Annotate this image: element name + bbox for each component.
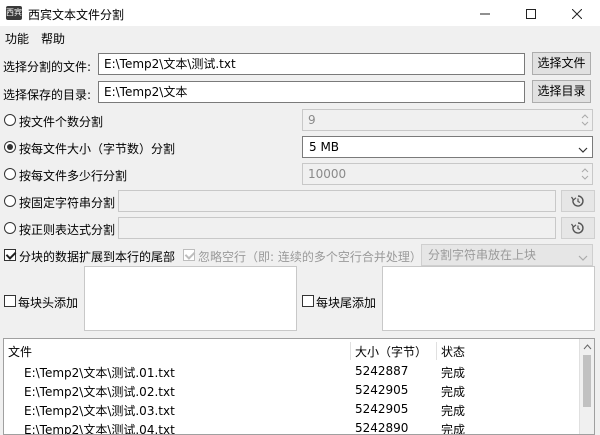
by-string-label: 按固定字符串分割 <box>19 196 116 210</box>
menu-bar <box>0 26 600 48</box>
history-icon <box>571 222 584 234</box>
close-button[interactable] <box>554 0 600 26</box>
size-combo-value: 5 MB <box>309 140 340 154</box>
position-chevron-down-icon[interactable] <box>578 251 588 265</box>
table-row-file: E:\Temp2\文本\测试.04.txt <box>24 423 175 435</box>
minimize-icon <box>480 13 490 14</box>
table-row-file: E:\Temp2\文本\测试.02.txt <box>24 385 175 399</box>
radio-by-lines[interactable] <box>4 168 16 180</box>
by-lines-label: 按每文件多少行分割 <box>19 169 128 183</box>
select-file-button[interactable]: 选择文件 <box>532 52 591 75</box>
by-size-label: 按每文件大小（字节数）分割 <box>19 142 176 156</box>
regex-input[interactable] <box>118 217 556 239</box>
header-add-checkbox[interactable] <box>4 295 16 307</box>
table-row-size: 5242890 <box>355 421 409 435</box>
radio-by-count[interactable] <box>4 114 16 126</box>
radio-by-size[interactable] <box>4 141 16 153</box>
maximize-button[interactable] <box>508 0 554 26</box>
header-add-label: 每块头添加 <box>18 296 79 310</box>
size-combo[interactable]: 5 MB <box>302 136 593 158</box>
footer-add-textarea[interactable] <box>382 266 595 331</box>
column-header-file[interactable]: 文件 <box>8 343 32 360</box>
footer-add-label: 每块尾添加 <box>316 296 377 310</box>
table-row-status: 完成 <box>441 366 466 380</box>
extend-label: 分块的数据扩展到本行的尾部 <box>19 250 176 264</box>
table-row-size: 5242887 <box>355 364 409 378</box>
dest-dir-input[interactable]: E:\Temp2\文本 <box>98 81 525 103</box>
string-history-button[interactable] <box>561 190 595 212</box>
radio-by-regex[interactable] <box>4 222 16 234</box>
header-add-textarea[interactable] <box>84 266 297 331</box>
count-spin-arrows-icon[interactable] <box>580 112 590 131</box>
window-title: 西宾文本文件分割 <box>28 8 125 22</box>
footer-add-checkbox[interactable] <box>302 295 314 307</box>
source-file-label: 选择分割的文件: <box>3 60 92 74</box>
history-icon <box>571 195 584 207</box>
column-header-size[interactable]: 大小（字节） <box>355 343 427 360</box>
app-icon: 西宾 <box>6 6 22 20</box>
chevron-down-icon[interactable] <box>578 143 588 157</box>
table-scrollbar[interactable] <box>579 339 594 434</box>
results-table[interactable]: 文件 大小（字节） 状态 E:\Temp2\文本\测试.01.txt 52428… <box>3 338 595 435</box>
menu-help[interactable]: 帮助 <box>41 30 65 47</box>
table-row-status: 完成 <box>441 385 466 399</box>
extend-checkbox[interactable] <box>4 249 16 261</box>
maximize-icon <box>526 8 536 19</box>
by-regex-label: 按正则表达式分割 <box>19 223 116 237</box>
select-dir-button[interactable]: 选择目录 <box>532 80 591 103</box>
source-file-input[interactable]: E:\Temp2\文本\测试.txt <box>98 53 525 75</box>
table-row-status: 完成 <box>441 423 466 435</box>
by-count-label: 按文件个数分割 <box>19 115 104 129</box>
table-row-status: 完成 <box>441 404 466 418</box>
string-input[interactable] <box>118 190 556 212</box>
count-spinbox[interactable]: 9 <box>302 109 593 131</box>
close-icon <box>571 8 583 19</box>
regex-history-button[interactable] <box>561 217 595 239</box>
table-row-size: 5242905 <box>355 402 409 416</box>
table-row-size: 5242905 <box>355 383 409 397</box>
table-row-file: E:\Temp2\文本\测试.01.txt <box>24 366 175 380</box>
lines-spin-arrows-icon[interactable] <box>580 166 590 185</box>
scroll-up-icon <box>583 344 592 350</box>
position-combo[interactable]: 分割字符串放在上块 <box>421 244 593 266</box>
menu-function[interactable]: 功能 <box>5 30 29 47</box>
column-separator <box>350 342 351 360</box>
radio-by-string[interactable] <box>4 195 16 207</box>
column-separator <box>436 342 437 360</box>
position-combo-value: 分割字符串放在上块 <box>428 248 537 262</box>
lines-spinbox[interactable]: 10000 <box>302 163 593 185</box>
ignore-blank-checkbox[interactable] <box>183 249 195 261</box>
minimize-button[interactable] <box>462 0 508 26</box>
dest-dir-label: 选择保存的目录: <box>3 88 92 102</box>
ignore-blank-label: 忽略空行（即: 连续的多个空行合并处理） <box>198 250 422 264</box>
column-header-status[interactable]: 状态 <box>441 343 465 360</box>
scroll-thumb[interactable] <box>583 355 591 407</box>
table-row-file: E:\Temp2\文本\测试.03.txt <box>24 404 175 418</box>
